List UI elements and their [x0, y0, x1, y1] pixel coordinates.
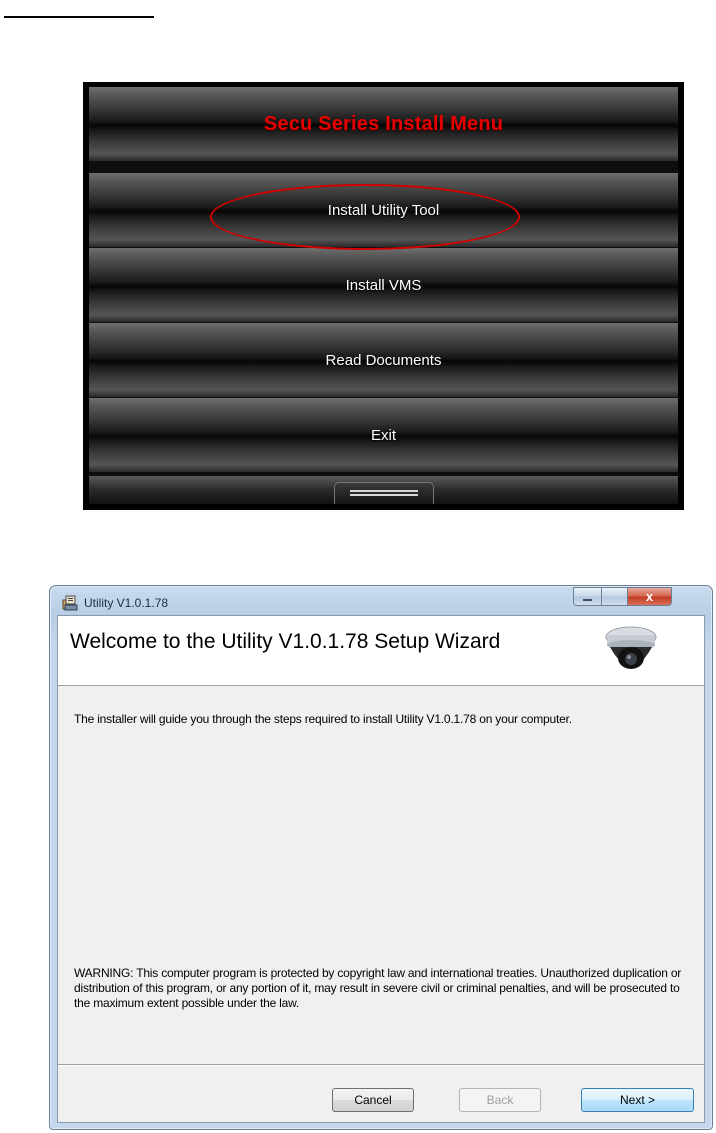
window-title: Utility V1.0.1.78 — [84, 596, 169, 610]
menu-footer — [89, 476, 678, 504]
dome-camera-icon — [605, 626, 657, 669]
intro-text: The installer will guide you through the… — [74, 712, 572, 726]
minimize-icon — [583, 599, 592, 601]
setup-wizard-window: Utility V1.0.1.78 x Welcome to the Utili… — [49, 585, 713, 1130]
menu-title: Secu Series Install Menu — [263, 112, 504, 135]
title-bar[interactable]: Utility V1.0.1.78 x — [50, 586, 712, 614]
next-button[interactable]: Next > — [581, 1088, 694, 1112]
maximize-button[interactable] — [601, 587, 627, 606]
menu-item-label: Read Documents — [325, 351, 442, 369]
top-rule-line — [4, 16, 154, 18]
menu-item-install-utility-tool[interactable]: Install Utility Tool — [89, 173, 678, 247]
wizard-banner: Welcome to the Utility V1.0.1.78 Setup W… — [58, 616, 704, 686]
install-menu: Secu Series Install Menu Install Utility… — [83, 82, 684, 510]
wizard-body: Welcome to the Utility V1.0.1.78 Setup W… — [57, 615, 705, 1123]
close-button[interactable]: x — [627, 587, 672, 606]
minimize-button[interactable] — [573, 587, 601, 606]
menu-item-label: Exit — [370, 426, 396, 444]
wizard-heading: Welcome to the Utility V1.0.1.78 Setup W… — [70, 630, 501, 653]
cancel-button[interactable]: Cancel — [332, 1088, 414, 1112]
menu-title-bar: Secu Series Install Menu — [89, 87, 678, 161]
install-menu-panel: Secu Series Install Menu Install Utility… — [89, 87, 678, 504]
menu-item-read-documents[interactable]: Read Documents — [89, 323, 678, 397]
back-button[interactable]: Back — [459, 1088, 541, 1112]
copyright-warning: WARNING: This computer program is protec… — [74, 966, 682, 1010]
menu-item-label: Install Utility Tool — [327, 201, 440, 219]
menu-item-install-vms[interactable]: Install VMS — [89, 248, 678, 322]
menu-handle[interactable] — [334, 482, 434, 504]
installer-icon — [62, 595, 78, 611]
menu-item-label: Install VMS — [345, 276, 422, 294]
menu-item-exit[interactable]: Exit — [89, 398, 678, 472]
button-separator — [58, 1064, 704, 1066]
